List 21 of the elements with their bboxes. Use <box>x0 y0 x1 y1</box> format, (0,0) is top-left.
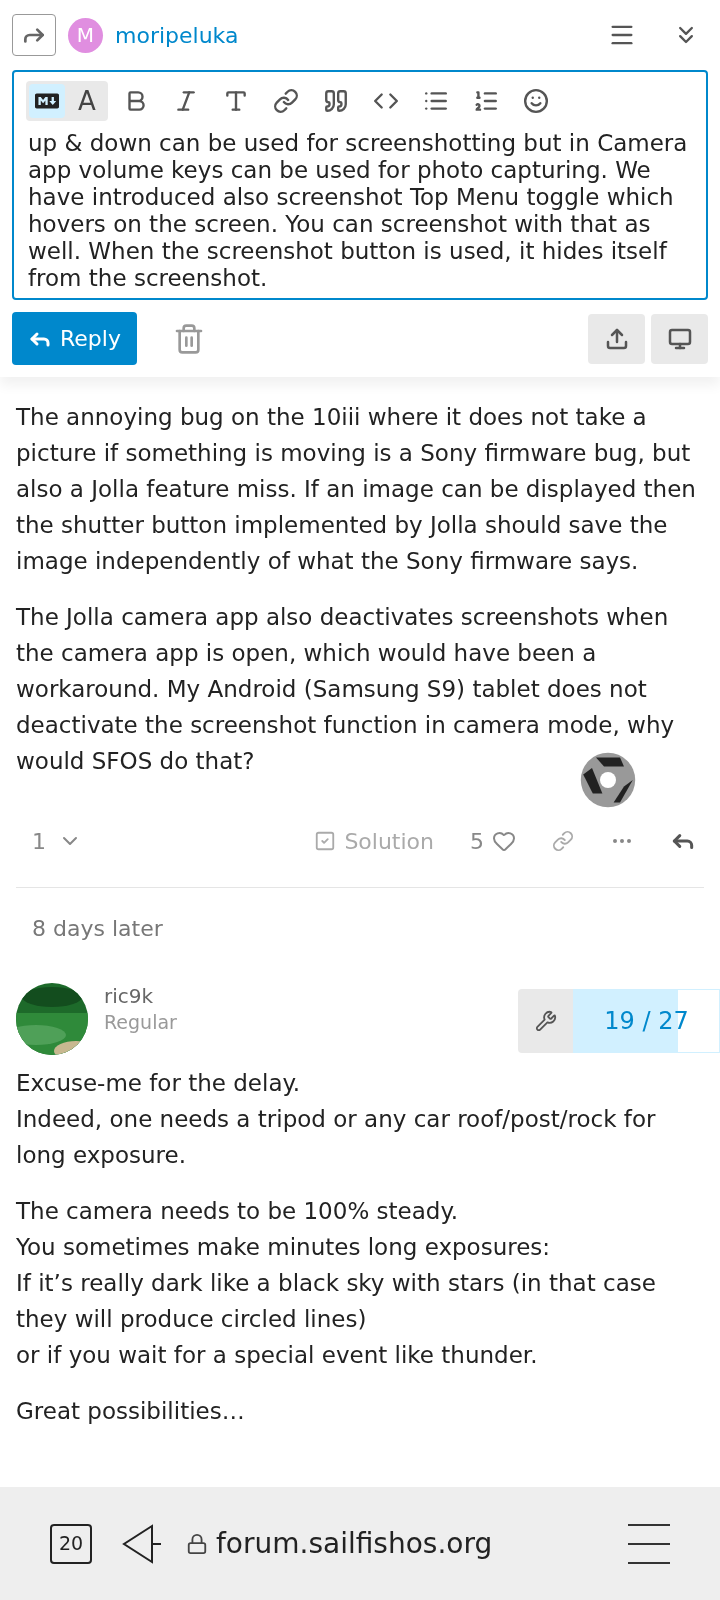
poster-title: Regular <box>104 1010 177 1035</box>
post-paragraph: The annoying bug on the 10iii where it does not take a picture if something is moving is a Sony firmware bug, but also a Jolla feature miss. If an image can be displayed then the shutter button implemented by Jolla should save the image independently of what the Sony firmware says. <box>16 403 697 576</box>
user-avatar: M <box>68 17 103 53</box>
time-gap-label: 8 days later <box>31 915 164 943</box>
post-paragraph: Excuse-me for the delay. Indeed, one needs a tripod or any car roof/post/rock for long exposure. <box>16 1069 657 1170</box>
post-paragraph: Great possibilities… <box>16 1397 246 1426</box>
replies-toggle[interactable]: 1 <box>16 824 98 858</box>
progress-count: 19 / 27 <box>604 1006 689 1037</box>
rich-text-toggle[interactable]: A <box>69 84 105 118</box>
progress-indicator[interactable]: 19 / 27 <box>573 989 720 1053</box>
tabs-count-button[interactable]: 20 <box>50 1523 92 1564</box>
poster-name[interactable]: ric9k <box>104 983 177 1009</box>
editor-text: up & down can be used for screenshotting but in Camera app volume keys can be used for photo capturing. We have introduced also screenshot Top Menu toggle which hovers on the screen. You can screenshot with that as well. When the screenshot button is used, it hides itself from the screenshot. <box>27 130 689 292</box>
mode-switch[interactable]: A <box>26 81 108 121</box>
like-button[interactable]: 5 <box>470 824 516 858</box>
post-paragraph: The Jolla camera app also deactivates screenshots when the camera app is open, which would have been a workaround. My Android (Samsung S9) tablet does not deactivate the screenshot function in camera mode, why would SFOS do that? <box>16 603 676 776</box>
username-link[interactable]: moripeluka <box>115 18 239 52</box>
solution-button[interactable]: Solution <box>314 824 434 858</box>
reply-button[interactable]: Reply <box>12 312 137 365</box>
post-paragraph: The camera needs to be 100% steady. You sometimes make minutes long exposures: If it’s really dark like a black sky with stars (in that case they will produce circled lines) or if you wait for a special event like thunder. <box>16 1197 657 1370</box>
address-bar[interactable]: forum.sailfishos.org <box>216 1522 493 1565</box>
